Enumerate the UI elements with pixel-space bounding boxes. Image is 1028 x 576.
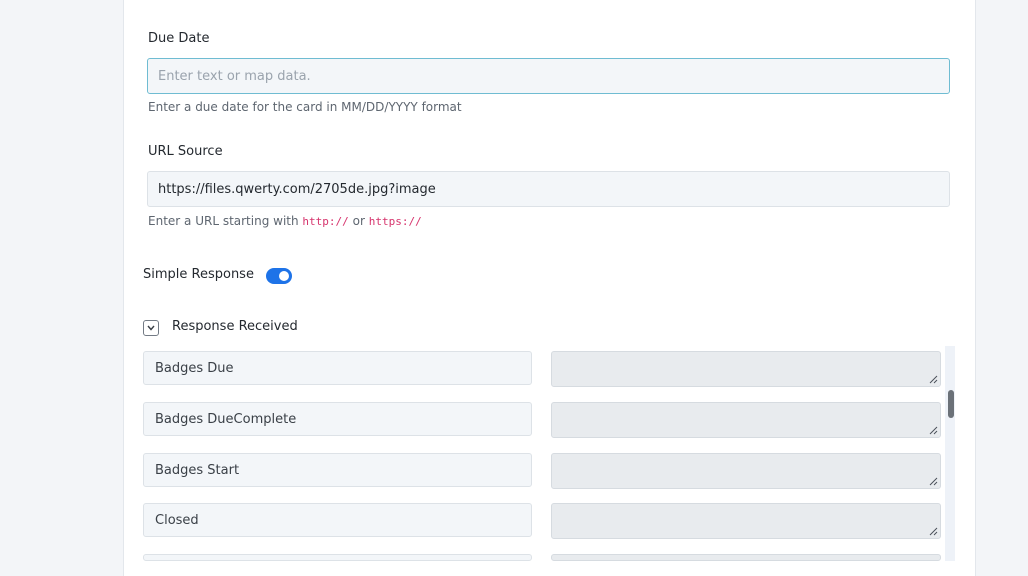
response-key-input[interactable]: Badges Due (143, 351, 532, 385)
url-source-value: https://files.qwerty.com/2705de.jpg?imag… (158, 181, 436, 197)
url-source-input[interactable]: https://files.qwerty.com/2705de.jpg?imag… (147, 171, 950, 207)
simple-response-label: Simple Response (143, 267, 254, 282)
resize-grip-icon[interactable] (928, 425, 938, 435)
response-key-input[interactable]: Closed (143, 503, 532, 537)
collapse-toggle-button[interactable] (143, 320, 159, 336)
resize-grip-icon[interactable] (928, 526, 938, 536)
due-date-label: Due Date (148, 31, 210, 46)
due-date-placeholder: Enter text or map data. (158, 68, 311, 84)
resize-grip-icon[interactable] (928, 476, 938, 486)
toggle-knob (279, 271, 289, 281)
response-value-textarea[interactable] (551, 554, 941, 561)
url-hint-http: http:// (302, 215, 349, 228)
response-key-input[interactable] (143, 554, 532, 561)
response-key-input[interactable]: Badges DueComplete (143, 402, 532, 436)
url-source-hint: Enter a URL starting with http:// or htt… (148, 214, 422, 228)
response-key-input[interactable]: Badges Start (143, 453, 532, 487)
scrollbar-track[interactable] (945, 346, 955, 561)
resize-grip-icon[interactable] (928, 374, 938, 384)
due-date-hint: Enter a due date for the card in MM/DD/Y… (148, 100, 462, 114)
response-value-textarea[interactable] (551, 453, 941, 489)
scrollbar-thumb[interactable] (948, 390, 954, 418)
url-hint-prefix: Enter a URL starting with (148, 214, 299, 228)
url-hint-https: https:// (368, 215, 422, 228)
response-value-textarea[interactable] (551, 402, 941, 438)
url-hint-or: or (352, 214, 365, 228)
simple-response-toggle[interactable] (266, 268, 292, 284)
url-source-label: URL Source (148, 144, 223, 159)
chevron-down-icon (147, 325, 155, 331)
due-date-input[interactable]: Enter text or map data. (147, 58, 950, 94)
response-received-label: Response Received (172, 319, 298, 334)
response-value-textarea[interactable] (551, 503, 941, 539)
response-value-textarea[interactable] (551, 351, 941, 387)
